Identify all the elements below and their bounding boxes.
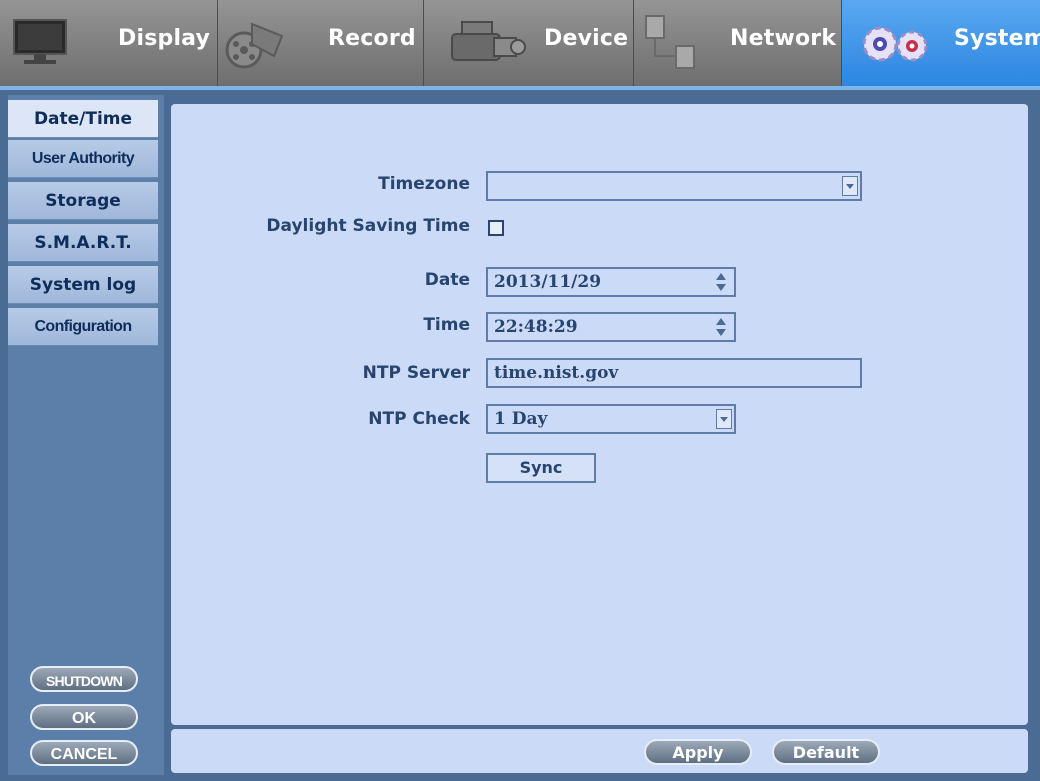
tab-record[interactable]: Record [218,0,424,86]
time-field[interactable]: 22:48:29 [486,312,736,342]
tab-label: Device [544,26,629,51]
ntp-server-input[interactable]: time.nist.gov [486,358,862,388]
apply-button[interactable]: Apply [644,739,752,765]
dst-label: Daylight Saving Time [266,216,470,236]
chevron-down-icon[interactable] [716,409,732,429]
tab-display[interactable]: Display [0,0,218,86]
sync-button[interactable]: Sync [486,453,596,483]
chevron-down-icon[interactable] [842,176,858,196]
date-label: Date [424,270,470,290]
camcorder-icon [444,10,526,80]
sidebar-item-configuration[interactable]: Configuration [8,308,158,346]
monitor-icon [10,10,70,74]
sidebar-item-system-log[interactable]: System log [8,266,158,304]
date-value: 2013/11/29 [494,272,602,292]
time-label: Time [423,315,470,335]
timezone-select[interactable] [486,171,862,201]
date-field[interactable]: 2013/11/29 [486,267,736,297]
ok-button[interactable]: OK [30,704,138,730]
tab-label: Display [118,26,211,51]
film-reel-icon [222,10,288,80]
spinner-icon[interactable] [716,271,726,293]
shutdown-button[interactable]: SHUTDOWN [30,666,138,692]
ntp-server-label: NTP Server [362,363,470,383]
dst-checkbox[interactable] [488,220,504,236]
tab-label: Record [328,26,416,51]
sidebar-item-storage[interactable]: Storage [8,182,158,220]
sidebar-item-date-time[interactable]: Date/Time [8,100,158,138]
sidebar-item-smart[interactable]: S.M.A.R.T. [8,224,158,262]
tab-label: System [954,26,1040,51]
top-tab-bar: Display Record Device Network System [0,0,1040,90]
ntp-check-select[interactable]: 1 Day [486,404,736,434]
network-icon [640,10,700,80]
time-value: 22:48:29 [494,317,578,337]
default-button[interactable]: Default [772,739,880,765]
timezone-label: Timezone [378,174,470,194]
ntp-check-value: 1 Day [494,409,548,429]
tab-device[interactable]: Device [424,0,634,86]
tab-label: Network [730,26,837,51]
ntp-server-value: time.nist.gov [494,363,619,383]
cancel-button[interactable]: CANCEL [30,740,138,766]
tab-system[interactable]: System [842,0,1040,86]
sidebar-item-user-authority[interactable]: User Authority [8,140,158,178]
ntp-check-label: NTP Check [368,409,470,429]
tab-network[interactable]: Network [634,0,842,86]
action-bar [171,729,1028,773]
spinner-icon[interactable] [716,316,726,338]
gears-icon [856,10,936,80]
